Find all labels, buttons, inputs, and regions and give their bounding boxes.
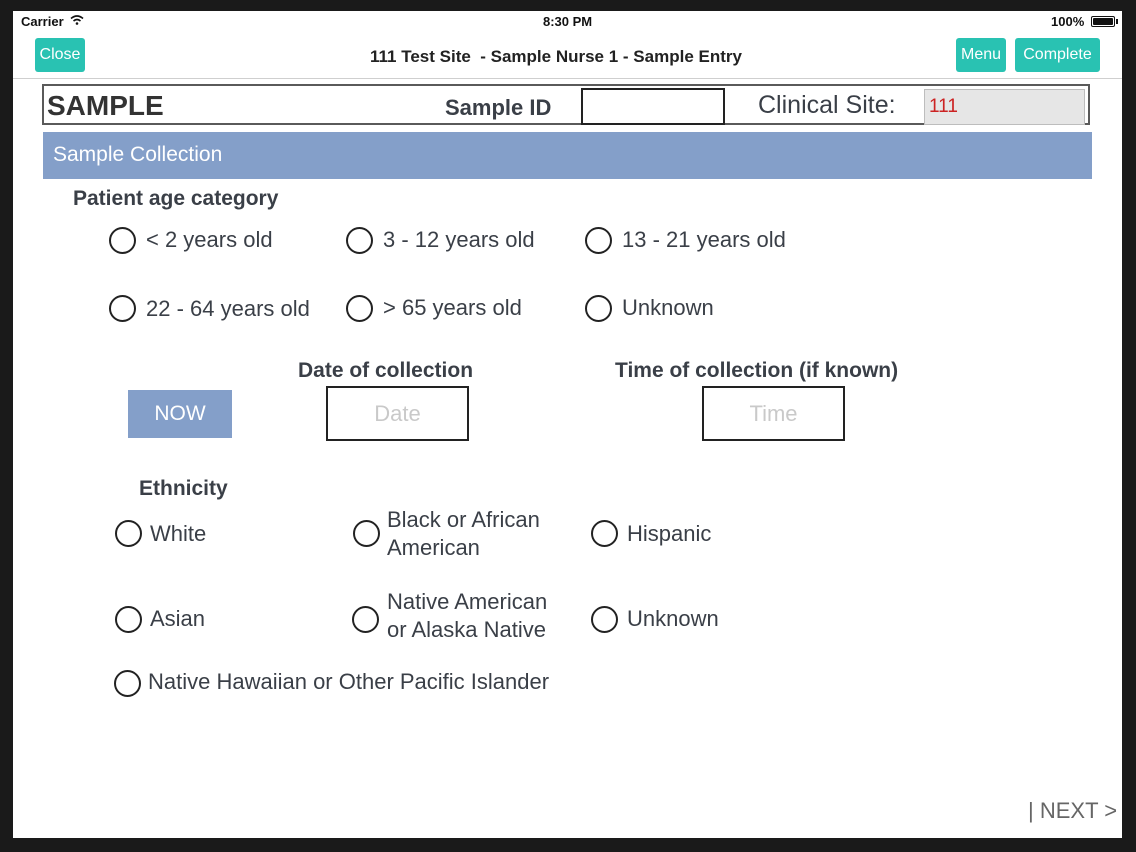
carrier-label: Carrier — [21, 14, 64, 29]
radio-button[interactable] — [585, 227, 612, 254]
radio-button[interactable] — [352, 606, 379, 633]
sample-id-label: Sample ID — [445, 95, 552, 120]
radio-button[interactable] — [114, 670, 141, 697]
section-header: Sample Collection — [43, 132, 1092, 179]
complete-button[interactable]: Complete — [1015, 38, 1100, 72]
app-screen: Carrier 8:30 PM 100% Close 111 Test Site… — [13, 11, 1122, 838]
clinical-site-label: Clinical Site: — [758, 91, 896, 119]
sample-title: SAMPLE — [47, 90, 164, 121]
date-input[interactable]: Date — [326, 386, 469, 441]
menu-button[interactable]: Menu — [956, 38, 1006, 72]
radio-button[interactable] — [346, 295, 373, 322]
option-label: > 65 years old — [383, 295, 522, 320]
close-button[interactable]: Close — [35, 38, 85, 72]
date-of-collection-label: Date of collection — [298, 359, 474, 382]
radio-button[interactable] — [591, 520, 618, 547]
wifi-icon — [70, 15, 84, 25]
radio-button[interactable] — [353, 520, 380, 547]
radio-button[interactable] — [109, 295, 136, 322]
time-of-collection-label: Time of collection (if known) — [615, 359, 899, 382]
radio-button[interactable] — [591, 606, 618, 633]
option-label: Unknown — [627, 606, 719, 631]
battery-icon — [1091, 16, 1118, 27]
next-button[interactable]: | NEXT > — [1028, 798, 1117, 824]
radio-button[interactable] — [115, 606, 142, 633]
nav-divider — [13, 78, 1122, 79]
option-label: < 2 years old — [146, 227, 273, 252]
option-label: 22 - 64 years old — [146, 296, 310, 321]
radio-button[interactable] — [585, 295, 612, 322]
option-label: White — [150, 521, 207, 546]
option-label-line2: or Alaska Native — [387, 617, 546, 642]
option-label: Native Hawaiian or Other Pacific Islande… — [148, 669, 550, 694]
battery-percent: 100% — [1051, 14, 1085, 29]
sample-id-input[interactable] — [581, 88, 725, 125]
status-time: 8:30 PM — [543, 14, 593, 29]
option-label: 13 - 21 years old — [622, 227, 786, 252]
age-category-label: Patient age category — [73, 187, 279, 210]
option-label-line1: Black or African — [387, 507, 540, 532]
clinical-site-field: 111 — [924, 89, 1085, 125]
option-label-line1: Native American — [387, 589, 548, 614]
option-label-line2: American — [387, 535, 480, 560]
option-label: 3 - 12 years old — [383, 227, 535, 252]
time-input[interactable]: Time — [702, 386, 845, 441]
radio-button[interactable] — [115, 520, 142, 547]
ethnicity-label: Ethnicity — [139, 477, 228, 500]
page-title: 111 Test Site - Sample Nurse 1 - Sample … — [370, 47, 742, 66]
radio-button[interactable] — [346, 227, 373, 254]
radio-button[interactable] — [109, 227, 136, 254]
section-title: Sample Collection — [53, 143, 223, 166]
now-button[interactable]: NOW — [128, 390, 232, 438]
option-label: Asian — [150, 606, 206, 631]
option-label: Hispanic — [627, 521, 712, 546]
option-label: Unknown — [622, 295, 714, 320]
